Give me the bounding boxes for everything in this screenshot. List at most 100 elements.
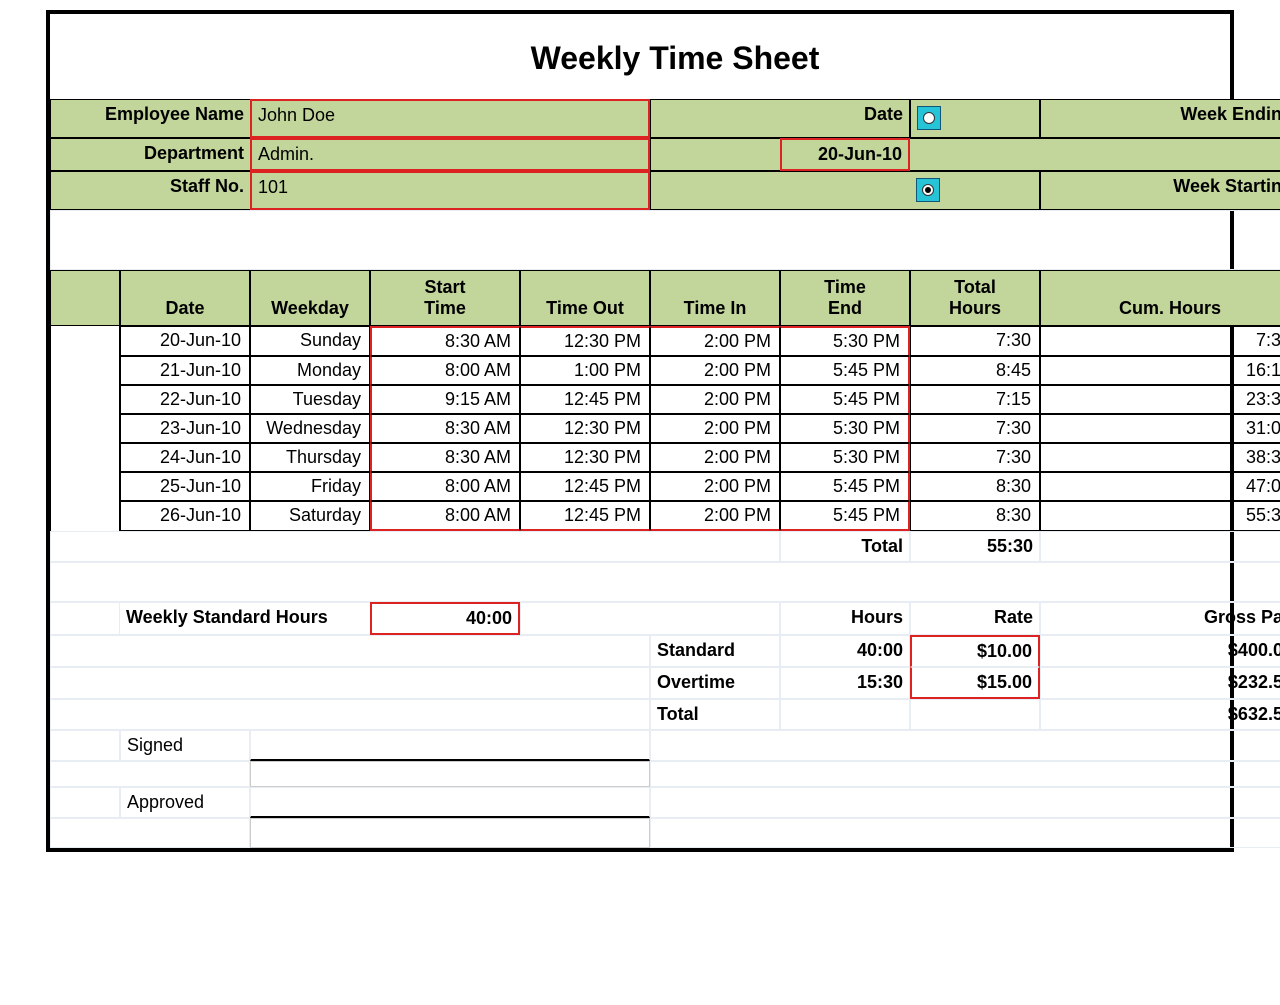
department-label: Department <box>50 138 250 171</box>
row-stub <box>50 356 120 385</box>
row-date: 20-Jun-10 <box>120 326 250 356</box>
row-start-time[interactable]: 8:30 AM <box>370 443 520 472</box>
col-time-in: Time In <box>650 270 780 326</box>
row-stub <box>50 385 120 414</box>
pay-standard-label: Standard <box>650 635 780 667</box>
signed-label: Signed <box>120 730 250 761</box>
pay-standard-gross: $400.00 <box>1040 635 1280 667</box>
signed-line[interactable] <box>250 730 650 761</box>
row-time-end[interactable]: 5:45 PM <box>780 356 910 385</box>
row-time-in[interactable]: 2:00 PM <box>650 385 780 414</box>
row-start-time[interactable]: 9:15 AM <box>370 385 520 414</box>
row-time-out[interactable]: 12:30 PM <box>520 443 650 472</box>
pay-overtime-gross: $232.50 <box>1040 667 1280 699</box>
row-total-hours: 8:30 <box>910 472 1040 501</box>
pay-overtime-label: Overtime <box>650 667 780 699</box>
row-time-end[interactable]: 5:45 PM <box>780 501 910 531</box>
row-cum-hours: 31:00 <box>1040 414 1280 443</box>
row-weekday: Friday <box>250 472 370 501</box>
employee-name-field[interactable]: John Doe <box>250 99 650 138</box>
col-weekday: Weekday <box>250 270 370 326</box>
row-total-hours: 7:30 <box>910 326 1040 356</box>
row-weekday: Thursday <box>250 443 370 472</box>
row-time-end[interactable]: 5:45 PM <box>780 385 910 414</box>
row-time-end[interactable]: 5:45 PM <box>780 472 910 501</box>
pay-total-gross: $632.50 <box>1040 699 1280 730</box>
row-stub <box>50 414 120 443</box>
pay-gross-label: Gross Pay <box>1040 602 1280 635</box>
weekly-std-label: Weekly Standard Hours <box>120 602 370 635</box>
row-date: 24-Jun-10 <box>120 443 250 472</box>
row-cum-hours: 55:30 <box>1040 501 1280 531</box>
week-ending-label: Week Ending <box>1040 99 1280 138</box>
row-total-hours: 7:15 <box>910 385 1040 414</box>
row-time-out[interactable]: 1:00 PM <box>520 356 650 385</box>
row-weekday: Saturday <box>250 501 370 531</box>
row-total-hours: 7:30 <box>910 443 1040 472</box>
week-starting-radio[interactable] <box>916 178 940 202</box>
row-start-time[interactable]: 8:00 AM <box>370 501 520 531</box>
row-stub <box>50 501 120 531</box>
week-ending-radio[interactable] <box>917 106 941 130</box>
approved-line[interactable] <box>250 787 650 818</box>
row-time-end[interactable]: 5:30 PM <box>780 414 910 443</box>
row-stub <box>50 443 120 472</box>
pay-hours-label: Hours <box>780 602 910 635</box>
row-cum-hours: 23:30 <box>1040 385 1280 414</box>
col-time-out: Time Out <box>520 270 650 326</box>
row-weekday: Wednesday <box>250 414 370 443</box>
pay-standard-hours: 40:00 <box>780 635 910 667</box>
row-cum-hours: 47:00 <box>1040 472 1280 501</box>
row-start-time[interactable]: 8:30 AM <box>370 326 520 356</box>
row-stub <box>50 472 120 501</box>
row-time-out[interactable]: 12:45 PM <box>520 472 650 501</box>
row-time-in[interactable]: 2:00 PM <box>650 414 780 443</box>
row-date: 21-Jun-10 <box>120 356 250 385</box>
col-time-end: TimeEnd <box>780 270 910 326</box>
row-date: 23-Jun-10 <box>120 414 250 443</box>
row-time-in[interactable]: 2:00 PM <box>650 501 780 531</box>
col-cum-hours: Cum. Hours <box>1040 270 1280 326</box>
page-title: Weekly Time Sheet <box>50 14 1280 99</box>
week-starting-label: Week Starting <box>1040 171 1280 210</box>
row-weekday: Monday <box>250 356 370 385</box>
row-date: 25-Jun-10 <box>120 472 250 501</box>
pay-standard-rate[interactable]: $10.00 <box>910 635 1040 667</box>
pay-overtime-hours: 15:30 <box>780 667 910 699</box>
date-label: Date <box>780 99 910 138</box>
pay-total-label: Total <box>650 699 780 730</box>
row-time-out[interactable]: 12:30 PM <box>520 326 650 356</box>
row-cum-hours: 16:15 <box>1040 356 1280 385</box>
row-start-time[interactable]: 8:00 AM <box>370 472 520 501</box>
approved-label: Approved <box>120 787 250 818</box>
row-start-time[interactable]: 8:30 AM <box>370 414 520 443</box>
row-time-end[interactable]: 5:30 PM <box>780 443 910 472</box>
row-stub <box>50 326 120 356</box>
row-time-out[interactable]: 12:45 PM <box>520 501 650 531</box>
row-time-out[interactable]: 12:45 PM <box>520 385 650 414</box>
row-time-end[interactable]: 5:30 PM <box>780 326 910 356</box>
total-label: Total <box>780 531 910 562</box>
row-date: 22-Jun-10 <box>120 385 250 414</box>
staff-no-field[interactable]: 101 <box>250 171 650 210</box>
row-time-in[interactable]: 2:00 PM <box>650 472 780 501</box>
row-time-out[interactable]: 12:30 PM <box>520 414 650 443</box>
row-total-hours: 7:30 <box>910 414 1040 443</box>
row-total-hours: 8:45 <box>910 356 1040 385</box>
row-time-in[interactable]: 2:00 PM <box>650 356 780 385</box>
row-start-time[interactable]: 8:00 AM <box>370 356 520 385</box>
pay-overtime-rate[interactable]: $15.00 <box>910 667 1040 699</box>
col-start-time: StartTime <box>370 270 520 326</box>
row-total-hours: 8:30 <box>910 501 1040 531</box>
row-weekday: Sunday <box>250 326 370 356</box>
row-time-in[interactable]: 2:00 PM <box>650 443 780 472</box>
date-field[interactable]: 20-Jun-10 <box>780 138 910 171</box>
row-time-in[interactable]: 2:00 PM <box>650 326 780 356</box>
staff-no-label: Staff No. <box>50 171 250 210</box>
weekly-std-value[interactable]: 40:00 <box>370 602 520 635</box>
department-field[interactable]: Admin. <box>250 138 650 171</box>
timesheet-frame: Weekly Time Sheet Employee Name John Doe… <box>46 10 1234 852</box>
row-weekday: Tuesday <box>250 385 370 414</box>
col-date: Date <box>120 270 250 326</box>
row-cum-hours: 7:30 <box>1040 326 1280 356</box>
